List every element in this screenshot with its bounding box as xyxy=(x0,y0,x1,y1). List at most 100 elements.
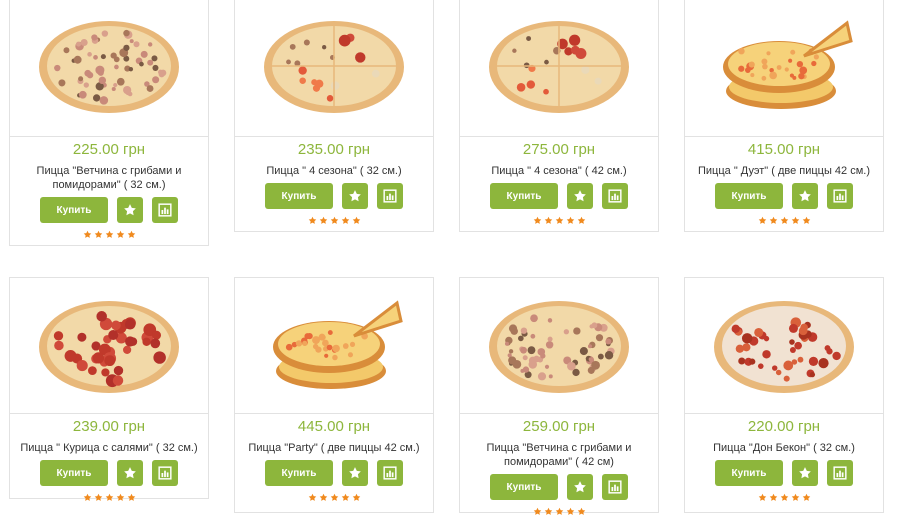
product-title[interactable]: Пицца "Дон Бекон" ( 32 см.) xyxy=(693,441,875,455)
product-price: 275.00 грн xyxy=(522,141,596,158)
add-to-compare-button[interactable] xyxy=(602,183,628,209)
product-title[interactable]: Пицца " Дуэт" ( две пиццы 42 см.) xyxy=(693,164,875,178)
buy-button[interactable]: Купить xyxy=(490,474,558,500)
rating-star-icon xyxy=(319,493,328,507)
product-image[interactable] xyxy=(235,278,433,414)
rating-star-icon xyxy=(544,507,553,521)
rating-star-icon xyxy=(780,216,789,230)
rating-star-icon xyxy=(116,230,125,244)
rating-star-icon xyxy=(127,230,136,244)
rating-star-icon xyxy=(802,216,811,230)
product-image[interactable] xyxy=(10,0,208,137)
product-actions: Купить xyxy=(235,460,433,486)
product-actions: Купить xyxy=(10,197,208,223)
product-price: 235.00 грн xyxy=(297,141,371,158)
pizza-image xyxy=(273,299,403,389)
product-image[interactable] xyxy=(460,0,658,137)
product-title[interactable]: Пицца "Ветчина с грибами и помидорами" (… xyxy=(468,441,650,469)
product-title[interactable]: Пицца " Курица с салями" ( 32 см.) xyxy=(18,441,200,455)
add-to-compare-button[interactable] xyxy=(602,474,628,500)
add-to-wishlist-button[interactable] xyxy=(342,460,368,486)
product-image[interactable] xyxy=(685,0,883,137)
buy-button[interactable]: Купить xyxy=(265,183,333,209)
rating-stars xyxy=(10,493,208,507)
product-actions: Купить xyxy=(460,183,658,209)
product-price: 445.00 грн xyxy=(297,418,371,435)
star-icon xyxy=(348,466,362,480)
product-title[interactable]: Пицца "Ветчина с грибами и помидорами" (… xyxy=(18,164,200,192)
buy-button[interactable]: Купить xyxy=(490,183,558,209)
rating-star-icon xyxy=(330,216,339,230)
star-icon xyxy=(348,189,362,203)
buy-button[interactable]: Купить xyxy=(40,460,108,486)
add-to-compare-button[interactable] xyxy=(377,460,403,486)
rating-star-icon xyxy=(758,493,767,507)
buy-button[interactable]: Купить xyxy=(40,197,108,223)
rating-star-icon xyxy=(533,216,542,230)
add-to-compare-button[interactable] xyxy=(377,183,403,209)
pizza-image xyxy=(489,300,629,393)
rating-star-icon xyxy=(319,216,328,230)
product-actions: Купить xyxy=(10,460,208,486)
star-icon xyxy=(573,480,587,494)
add-to-wishlist-button[interactable] xyxy=(567,183,593,209)
pizza-image xyxy=(264,20,404,113)
pizza-image xyxy=(39,20,179,113)
rating-star-icon xyxy=(94,230,103,244)
add-to-wishlist-button[interactable] xyxy=(342,183,368,209)
product-actions: Купить xyxy=(235,183,433,209)
product-card: 259.00 грн Пицца "Ветчина с грибами и пом… xyxy=(459,277,659,515)
buy-button[interactable]: Купить xyxy=(265,460,333,486)
buy-button[interactable]: Купить xyxy=(715,460,783,486)
rating-star-icon xyxy=(769,216,778,230)
product-actions: Купить xyxy=(685,460,883,486)
bar-chart-icon xyxy=(608,480,622,494)
add-to-wishlist-button[interactable] xyxy=(792,183,818,209)
rating-star-icon xyxy=(83,493,92,507)
rating-star-icon xyxy=(330,493,339,507)
rating-stars xyxy=(460,216,658,230)
product-image[interactable] xyxy=(685,278,883,414)
add-to-wishlist-button[interactable] xyxy=(567,474,593,500)
product-image[interactable] xyxy=(235,0,433,137)
star-icon xyxy=(573,189,587,203)
bar-chart-icon xyxy=(158,466,172,480)
star-icon xyxy=(123,203,137,217)
product-actions: Купить xyxy=(685,183,883,209)
add-to-wishlist-button[interactable] xyxy=(117,460,143,486)
product-actions: Купить xyxy=(460,474,658,500)
rating-stars xyxy=(685,493,883,507)
bar-chart-icon xyxy=(608,189,622,203)
add-to-wishlist-button[interactable] xyxy=(117,197,143,223)
product-title[interactable]: Пицца "Party" ( две пиццы 42 см.) xyxy=(243,441,425,455)
rating-stars xyxy=(460,507,658,521)
bar-chart-icon xyxy=(158,203,172,217)
rating-star-icon xyxy=(566,216,575,230)
rating-star-icon xyxy=(577,216,586,230)
star-icon xyxy=(123,466,137,480)
product-title[interactable]: Пицца " 4 сезона" ( 32 см.) xyxy=(243,164,425,178)
product-title[interactable]: Пицца " 4 сезона" ( 42 см.) xyxy=(468,164,650,178)
rating-star-icon xyxy=(555,216,564,230)
rating-stars xyxy=(235,493,433,507)
add-to-compare-button[interactable] xyxy=(827,183,853,209)
add-to-compare-button[interactable] xyxy=(827,460,853,486)
rating-star-icon xyxy=(780,493,789,507)
product-image[interactable] xyxy=(460,278,658,414)
add-to-compare-button[interactable] xyxy=(152,460,178,486)
add-to-compare-button[interactable] xyxy=(152,197,178,223)
add-to-wishlist-button[interactable] xyxy=(792,460,818,486)
product-image[interactable] xyxy=(10,278,208,414)
product-card: 235.00 грн Пицца " 4 сезона" ( 32 см.) Куп… xyxy=(234,0,434,232)
rating-star-icon xyxy=(127,493,136,507)
product-price: 259.00 грн xyxy=(522,418,596,435)
rating-stars xyxy=(685,216,883,230)
rating-star-icon xyxy=(308,216,317,230)
rating-star-icon xyxy=(758,216,767,230)
rating-star-icon xyxy=(566,507,575,521)
buy-button[interactable]: Купить xyxy=(715,183,783,209)
product-card: 225.00 грн Пицца "Ветчина с грибами и пом… xyxy=(9,0,209,246)
rating-star-icon xyxy=(105,230,114,244)
rating-star-icon xyxy=(116,493,125,507)
product-card: 220.00 грн Пицца "Дон Бекон" ( 32 см.) Куп… xyxy=(684,277,884,513)
